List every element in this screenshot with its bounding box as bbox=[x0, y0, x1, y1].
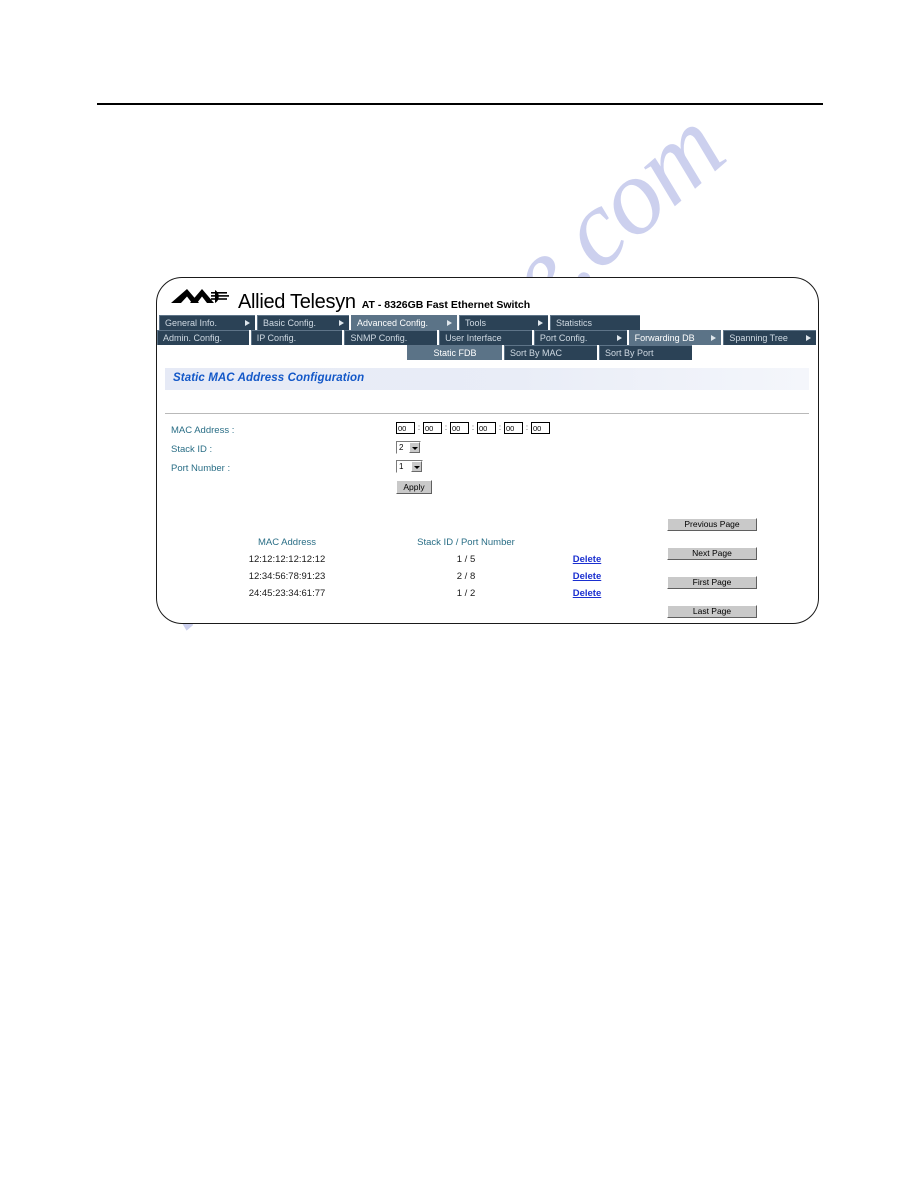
chevron-right-icon bbox=[447, 320, 452, 326]
nav-label: Advanced Config. bbox=[357, 318, 429, 328]
brand-name: Allied Telesyn bbox=[238, 291, 356, 313]
nav-advanced-config[interactable]: Advanced Config. bbox=[351, 315, 457, 330]
mac-separator: : bbox=[417, 423, 421, 432]
nav-label: Spanning Tree bbox=[729, 333, 788, 343]
tertiary-nav-tabs: Static FDB Sort By MAC Sort By Port bbox=[157, 345, 818, 360]
nav-spanning-tree[interactable]: Spanning Tree bbox=[723, 330, 817, 345]
mac-octet-4-input[interactable]: 00 bbox=[477, 422, 496, 434]
next-page-button[interactable]: Next Page bbox=[667, 547, 757, 560]
chevron-right-icon bbox=[245, 320, 250, 326]
nav-label: Basic Config. bbox=[263, 318, 317, 328]
chevron-down-icon[interactable] bbox=[411, 461, 422, 472]
mac-address-label: MAC Address : bbox=[171, 425, 235, 436]
device-model: AT - 8326GB Fast Ethernet Switch bbox=[361, 299, 531, 311]
mac-separator: : bbox=[444, 423, 448, 432]
mac-octet-2-input[interactable]: 00 bbox=[423, 422, 442, 434]
stack-id-value: 2 bbox=[399, 443, 404, 452]
nav-general-info[interactable]: General Info. bbox=[159, 315, 255, 330]
table-row-mac: 24:45:23:34:61:77 bbox=[248, 588, 326, 599]
chevron-right-icon bbox=[711, 335, 717, 341]
page-title-banner: Static MAC Address Configuration bbox=[165, 368, 809, 390]
stack-id-dropdown[interactable]: 2 bbox=[396, 441, 421, 454]
mac-octet-5-input[interactable]: 00 bbox=[504, 422, 523, 434]
previous-page-button[interactable]: Previous Page bbox=[667, 518, 757, 531]
primary-nav: General Info. Basic Config. Advanced Con… bbox=[159, 315, 818, 330]
nav-label: Statistics bbox=[556, 318, 593, 328]
port-number-label: Port Number : bbox=[171, 463, 231, 474]
chevron-right-icon bbox=[806, 335, 812, 341]
nav-statistics[interactable]: Statistics bbox=[550, 315, 640, 330]
tab-label: Static FDB bbox=[433, 348, 477, 358]
nav-tools[interactable]: Tools bbox=[459, 315, 548, 330]
mac-octet-1-input[interactable]: 00 bbox=[396, 422, 415, 434]
nav-basic-config[interactable]: Basic Config. bbox=[257, 315, 349, 330]
last-page-button[interactable]: Last Page bbox=[667, 605, 757, 618]
chevron-down-icon[interactable] bbox=[409, 442, 420, 453]
tab-label: Sort By MAC bbox=[510, 348, 563, 358]
allied-telesyn-logo-icon bbox=[171, 288, 233, 310]
nav-port-config[interactable]: Port Config. bbox=[533, 330, 627, 345]
nav-label: User Interface bbox=[445, 333, 502, 343]
table-row-mac: 12:12:12:12:12:12 bbox=[248, 554, 326, 565]
nav-label: SNMP Config. bbox=[350, 333, 408, 343]
nav-label: Forwarding DB bbox=[634, 333, 695, 343]
brand-header: Allied Telesyn AT - 8326GB Fast Ethernet… bbox=[171, 286, 530, 312]
delete-link[interactable]: Delete bbox=[552, 571, 622, 582]
nav-label: Port Config. bbox=[539, 333, 588, 343]
table-row-stack-port: 1 / 2 bbox=[456, 588, 476, 599]
section-divider bbox=[165, 413, 809, 414]
port-number-dropdown[interactable]: 1 bbox=[396, 460, 423, 473]
tab-static-fdb[interactable]: Static FDB bbox=[407, 345, 502, 360]
mac-octet-6-input[interactable]: 00 bbox=[531, 422, 550, 434]
nav-user-interface[interactable]: User Interface bbox=[439, 330, 532, 345]
stack-id-label: Stack ID : bbox=[171, 444, 213, 455]
nav-ip-config[interactable]: IP Config. bbox=[250, 330, 343, 345]
nav-label: General Info. bbox=[165, 318, 218, 328]
tab-label: Sort By Port bbox=[605, 348, 654, 358]
nav-forwarding-db[interactable]: Forwarding DB bbox=[628, 330, 722, 345]
secondary-nav: Admin. Config. IP Config. SNMP Config. U… bbox=[157, 330, 818, 345]
table-row-stack-port: 1 / 5 bbox=[456, 554, 476, 565]
chevron-right-icon bbox=[538, 320, 543, 326]
chevron-right-icon bbox=[616, 335, 622, 341]
apply-button[interactable]: Apply bbox=[396, 480, 432, 494]
nav-snmp-config[interactable]: SNMP Config. bbox=[344, 330, 438, 345]
delete-link[interactable]: Delete bbox=[552, 588, 622, 599]
port-number-value: 1 bbox=[399, 462, 404, 471]
nav-label: IP Config. bbox=[256, 333, 297, 343]
table-row-stack-port: 2 / 8 bbox=[456, 571, 476, 582]
mac-address-input-group: 00 : 00 : 00 : 00 : 00 : 00 bbox=[396, 422, 550, 434]
nav-label: Admin. Config. bbox=[163, 333, 223, 343]
document-header-rule bbox=[97, 103, 823, 105]
first-page-button[interactable]: First Page bbox=[667, 576, 757, 589]
column-header-mac-address: MAC Address bbox=[257, 537, 317, 548]
nav-label: Tools bbox=[465, 318, 487, 328]
mac-separator: : bbox=[471, 423, 475, 432]
nav-admin-config[interactable]: Admin. Config. bbox=[157, 330, 249, 345]
tab-sort-by-mac[interactable]: Sort By MAC bbox=[504, 345, 597, 360]
mac-separator: : bbox=[498, 423, 502, 432]
mac-separator: : bbox=[525, 423, 529, 432]
switch-web-ui-frame: Allied Telesyn AT - 8326GB Fast Ethernet… bbox=[156, 277, 819, 624]
tab-sort-by-port[interactable]: Sort By Port bbox=[599, 345, 692, 360]
chevron-right-icon bbox=[339, 320, 344, 326]
table-row-mac: 12:34:56:78:91:23 bbox=[248, 571, 326, 582]
mac-octet-3-input[interactable]: 00 bbox=[450, 422, 469, 434]
page-title: Static MAC Address Configuration bbox=[173, 372, 365, 384]
column-header-stack-port: Stack ID / Port Number bbox=[417, 537, 515, 548]
delete-link[interactable]: Delete bbox=[552, 554, 622, 565]
